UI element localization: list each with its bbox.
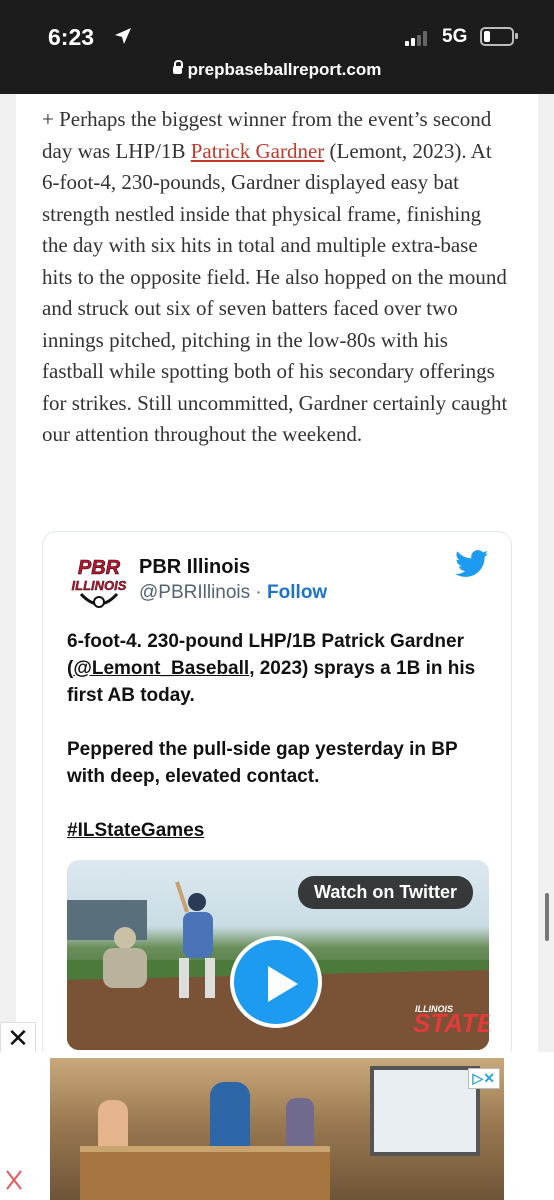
- pbr-illinois-logo[interactable]: PBR ILLINOIS: [67, 554, 131, 614]
- network-type: 5G: [442, 26, 468, 47]
- address-bar[interactable]: prepbaseballreport.com: [0, 60, 554, 80]
- watch-on-twitter-button[interactable]: Watch on Twitter: [298, 876, 473, 909]
- twitter-bird-icon[interactable]: [455, 550, 489, 578]
- ad-image[interactable]: ▷✕: [50, 1058, 504, 1200]
- avatar-text-top: PBR: [78, 557, 121, 579]
- tweet-text: 6-foot-4. 230-pound LHP/1B Patrick Gardn…: [67, 628, 487, 871]
- hashtag-link[interactable]: #ILStateGames: [67, 817, 487, 844]
- ad-banner[interactable]: ▷✕: [0, 1052, 554, 1200]
- mention-link[interactable]: @Lemont_Baseball: [73, 658, 249, 679]
- signal-icon: [405, 30, 433, 46]
- battery-icon: [480, 27, 514, 46]
- battery-cap: [515, 33, 518, 39]
- clock-time: 6:23: [48, 24, 95, 50]
- ad-scene-window: [370, 1066, 480, 1156]
- player-link[interactable]: Patrick Gardner: [191, 139, 325, 163]
- handle-separator: ·: [250, 582, 268, 603]
- tweet-author-name[interactable]: PBR Illinois: [139, 556, 250, 579]
- url-text: prepbaseballreport.com: [187, 60, 382, 79]
- embedded-tweet[interactable]: PBR ILLINOIS PBR Illinois @PBRIllinois ·…: [42, 531, 512, 1063]
- follow-button[interactable]: Follow: [267, 582, 327, 603]
- tweet-paragraph-2: Peppered the pull-side gap yesterday in …: [67, 739, 458, 787]
- ad-choices-icon[interactable]: ▷✕: [467, 1068, 500, 1089]
- tweet-handle[interactable]: @PBRIllinois: [139, 582, 250, 603]
- tweet-paragraph-1: 6-foot-4. 230-pound LHP/1B Patrick Gardn…: [67, 628, 487, 709]
- ad-scene-counter: [80, 1146, 330, 1200]
- avatar-text-bottom: ILLINOIS: [72, 578, 127, 593]
- status-bar: 6:23 5G prepbaseballreport.com: [0, 0, 554, 94]
- tweet-video[interactable]: STATE ILLINOIS Watch on Twitter: [67, 860, 489, 1050]
- ad-close-button[interactable]: ✕: [0, 1022, 36, 1054]
- location-arrow-icon: [115, 28, 131, 44]
- ad-x-icon: [6, 1170, 22, 1190]
- lock-icon: [172, 60, 183, 74]
- page-scrollbar[interactable]: [545, 893, 549, 941]
- article-paragraph: + Perhaps the biggest winner from the ev…: [42, 104, 512, 451]
- article-text-end: (Lemont, 2023). At 6-foot-4, 230-pounds,…: [42, 138, 508, 447]
- play-button[interactable]: [230, 936, 322, 1028]
- tweet-handle-row: @PBRIllinois · Follow: [139, 582, 327, 604]
- video-overlay-top: ILLINOIS: [415, 1004, 453, 1014]
